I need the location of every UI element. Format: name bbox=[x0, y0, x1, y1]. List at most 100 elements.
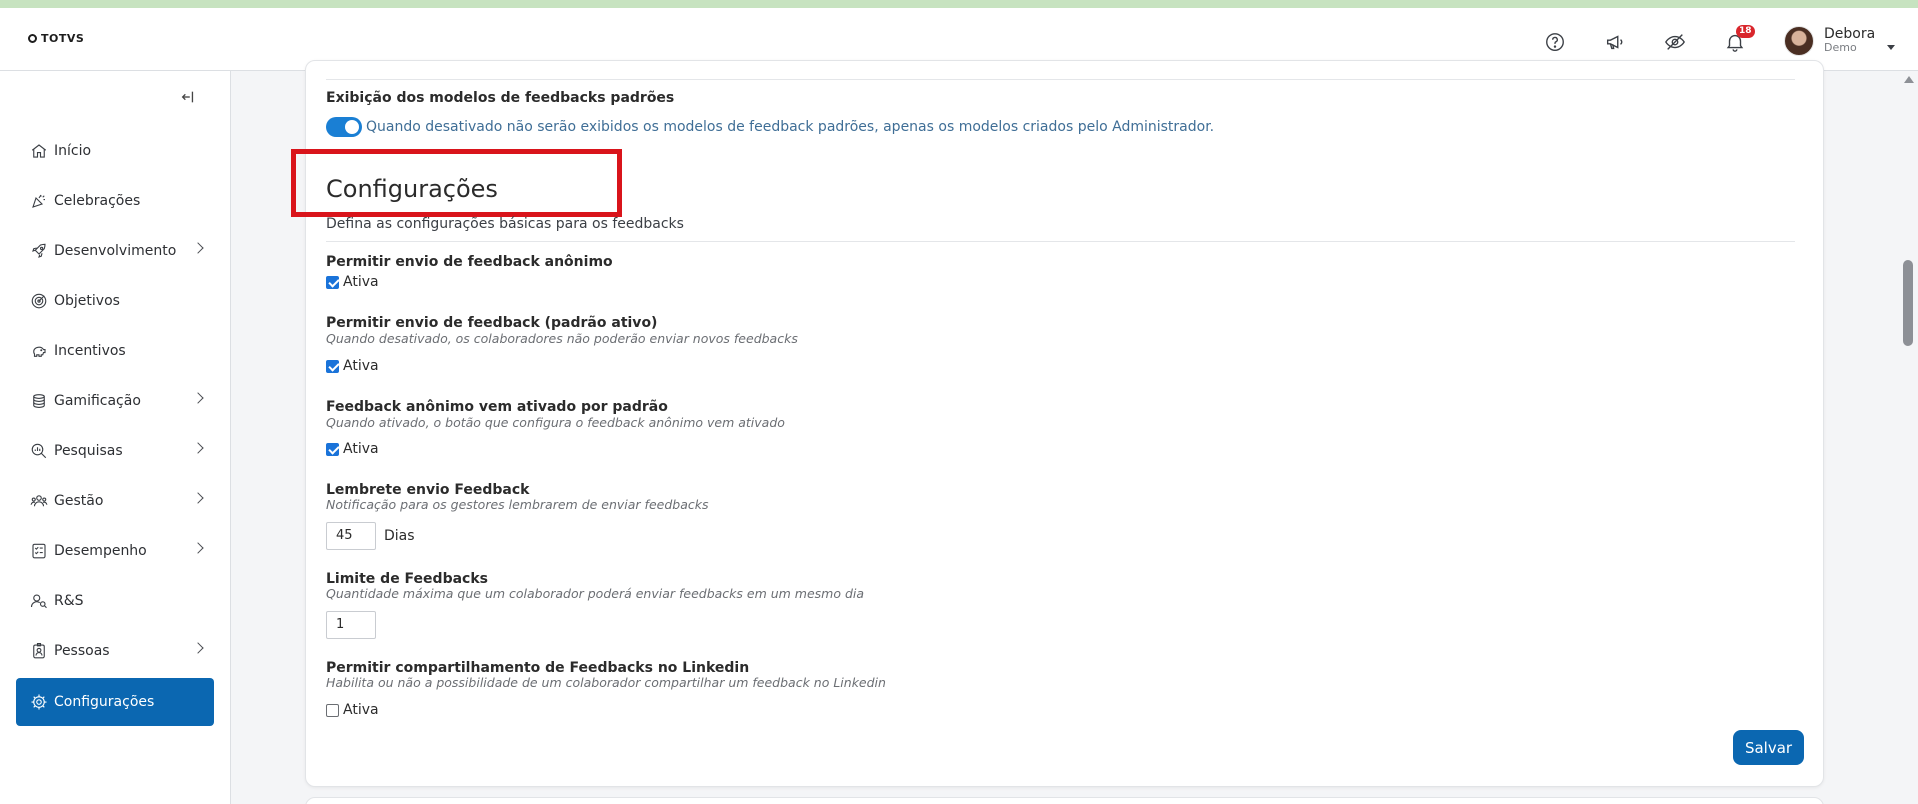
chevron-right-icon bbox=[192, 242, 204, 254]
sidebar-item-label: Incentivos bbox=[54, 343, 126, 359]
sidebar-item-label: Desenvolvimento bbox=[54, 243, 177, 259]
sidebar-item-label: Celebrações bbox=[54, 193, 141, 209]
scrollbar[interactable] bbox=[1900, 71, 1918, 804]
scrollbar-thumb[interactable] bbox=[1903, 260, 1913, 346]
sidebar-item-inicio[interactable]: Início bbox=[16, 129, 214, 173]
chevron-right-icon bbox=[192, 642, 204, 654]
sidebar-item-label: Gamificação bbox=[54, 393, 141, 409]
collapse-sidebar-icon[interactable] bbox=[180, 89, 198, 107]
reminder-title: Lembrete envio Feedback bbox=[326, 482, 530, 498]
reminder-unit: Dias bbox=[384, 528, 415, 544]
chevron-right-icon bbox=[192, 492, 204, 504]
anonymous-title: Permitir envio de feedback anônimo bbox=[326, 254, 613, 270]
checkbox-checked-icon bbox=[326, 359, 339, 373]
user-menu[interactable]: Debora Demo bbox=[1784, 26, 1875, 56]
gear-icon bbox=[31, 694, 47, 710]
home-icon bbox=[31, 144, 47, 158]
sidebar-item-configuracoes[interactable]: Configurações bbox=[16, 678, 214, 726]
sidebar-item-label: Pessoas bbox=[54, 643, 110, 659]
default-models-toggle[interactable] bbox=[326, 117, 362, 137]
reminder-desc: Notificação para os gestores lembrarem d… bbox=[326, 497, 709, 512]
feedback-settings-card: Exibição dos modelos de feedbacks padrõe… bbox=[291, 60, 1824, 787]
user-role: Demo bbox=[1824, 41, 1857, 54]
anonymous-default-desc: Quando ativado, o botão que configura o … bbox=[326, 415, 785, 430]
allow-send-desc: Quando desativado, os colaboradores não … bbox=[326, 331, 798, 346]
checkbox-unchecked-icon bbox=[326, 703, 339, 717]
user-search-icon bbox=[30, 594, 47, 609]
sidebar-item-gestao[interactable]: Gestão bbox=[16, 479, 214, 523]
notification-badge: 18 bbox=[1736, 25, 1755, 38]
chevron-right-icon bbox=[192, 392, 204, 404]
linkedin-desc: Habilita ou não a possibilidade de um co… bbox=[326, 675, 886, 690]
sidebar-item-label: Gestão bbox=[54, 493, 104, 509]
sidebar: Início Celebrações Desenvolvimento Objet… bbox=[0, 71, 231, 804]
sidebar-item-label: Pesquisas bbox=[54, 443, 123, 459]
sidebar-item-celebracoes[interactable]: Celebrações bbox=[16, 179, 214, 223]
target-icon bbox=[31, 293, 47, 309]
highlight-box bbox=[291, 149, 622, 217]
allow-send-checkbox[interactable]: Ativa bbox=[326, 358, 379, 374]
sidebar-item-pesquisas[interactable]: Pesquisas bbox=[16, 429, 214, 473]
eye-off-icon bbox=[1665, 34, 1685, 50]
sidebar-item-gamificacao[interactable]: Gamificação bbox=[16, 379, 214, 423]
sidebar-item-label: Objetivos bbox=[54, 293, 120, 309]
allow-send-title: Permitir envio de feedback (padrão ativo… bbox=[326, 315, 658, 331]
linkedin-checkbox[interactable]: Ativa bbox=[326, 702, 379, 718]
sidebar-item-label: Configurações bbox=[54, 694, 155, 710]
limit-desc: Quantidade máxima que um colaborador pod… bbox=[326, 586, 865, 601]
piggy-bank-icon bbox=[33, 346, 46, 357]
reminder-days-input[interactable]: 45 bbox=[326, 522, 376, 550]
limit-input[interactable]: 1 bbox=[326, 611, 376, 639]
rocket-icon bbox=[32, 243, 46, 258]
sidebar-item-desenvolvimento[interactable]: Desenvolvimento bbox=[16, 229, 214, 273]
logo-ring-icon bbox=[28, 34, 37, 43]
checkbox-label: Ativa bbox=[343, 702, 379, 718]
party-icon bbox=[32, 194, 45, 208]
chevron-down-icon[interactable] bbox=[1887, 45, 1895, 50]
sidebar-item-objetivos[interactable]: Objetivos bbox=[16, 279, 214, 323]
checkbox-checked-icon bbox=[326, 442, 339, 456]
linkedin-title: Permitir compartilhamento de Feedbacks n… bbox=[326, 660, 750, 676]
sidebar-item-pessoas[interactable]: Pessoas bbox=[16, 629, 214, 673]
sidebar-item-rs[interactable]: R&S bbox=[16, 579, 214, 623]
checkbox-checked-icon bbox=[326, 275, 339, 289]
anonymous-default-checkbox[interactable]: Ativa bbox=[326, 441, 379, 457]
section-subtitle: Defina as configurações básicas para os … bbox=[326, 216, 684, 232]
megaphone-icon bbox=[1606, 35, 1623, 50]
help-button[interactable] bbox=[1541, 28, 1569, 56]
scroll-up-icon[interactable] bbox=[1904, 76, 1914, 83]
default-models-toggle-text: Quando desativado não serão exibidos os … bbox=[366, 119, 1215, 135]
hide-values-button[interactable] bbox=[1661, 28, 1689, 56]
sidebar-item-label: Início bbox=[54, 143, 92, 159]
badge-icon bbox=[33, 642, 45, 659]
avatar bbox=[1784, 26, 1814, 56]
sidebar-item-label: Desempenho bbox=[54, 543, 147, 559]
coins-icon bbox=[33, 394, 45, 408]
sidebar-item-incentivos[interactable]: Incentivos bbox=[16, 329, 214, 373]
notifications-button[interactable]: 18 bbox=[1721, 25, 1755, 56]
checklist-icon bbox=[32, 543, 46, 559]
help-icon bbox=[1546, 33, 1564, 51]
search-chart-icon bbox=[31, 443, 47, 459]
next-card bbox=[305, 797, 1824, 804]
checkbox-label: Ativa bbox=[343, 441, 379, 457]
totvs-logo[interactable]: TOTVS bbox=[28, 32, 84, 45]
chevron-right-icon bbox=[192, 442, 204, 454]
divider bbox=[326, 79, 1795, 80]
team-icon bbox=[30, 495, 48, 507]
anonymous-default-title: Feedback anônimo vem ativado por padrão bbox=[326, 399, 668, 415]
divider bbox=[326, 241, 1795, 242]
sidebar-item-label: R&S bbox=[54, 593, 84, 609]
logo-text: TOTVS bbox=[41, 32, 85, 45]
chevron-right-icon bbox=[192, 542, 204, 554]
checkbox-label: Ativa bbox=[343, 274, 379, 290]
checkbox-label: Ativa bbox=[343, 358, 379, 374]
save-button[interactable]: Salvar bbox=[1733, 730, 1804, 765]
default-models-title: Exibição dos modelos de feedbacks padrõe… bbox=[326, 90, 675, 106]
top-strip bbox=[0, 0, 1918, 8]
sidebar-item-desempenho[interactable]: Desempenho bbox=[16, 529, 214, 573]
user-name: Debora bbox=[1824, 26, 1876, 42]
anonymous-checkbox[interactable]: Ativa bbox=[326, 274, 379, 290]
announcements-button[interactable] bbox=[1601, 28, 1629, 56]
limit-title: Limite de Feedbacks bbox=[326, 571, 488, 587]
